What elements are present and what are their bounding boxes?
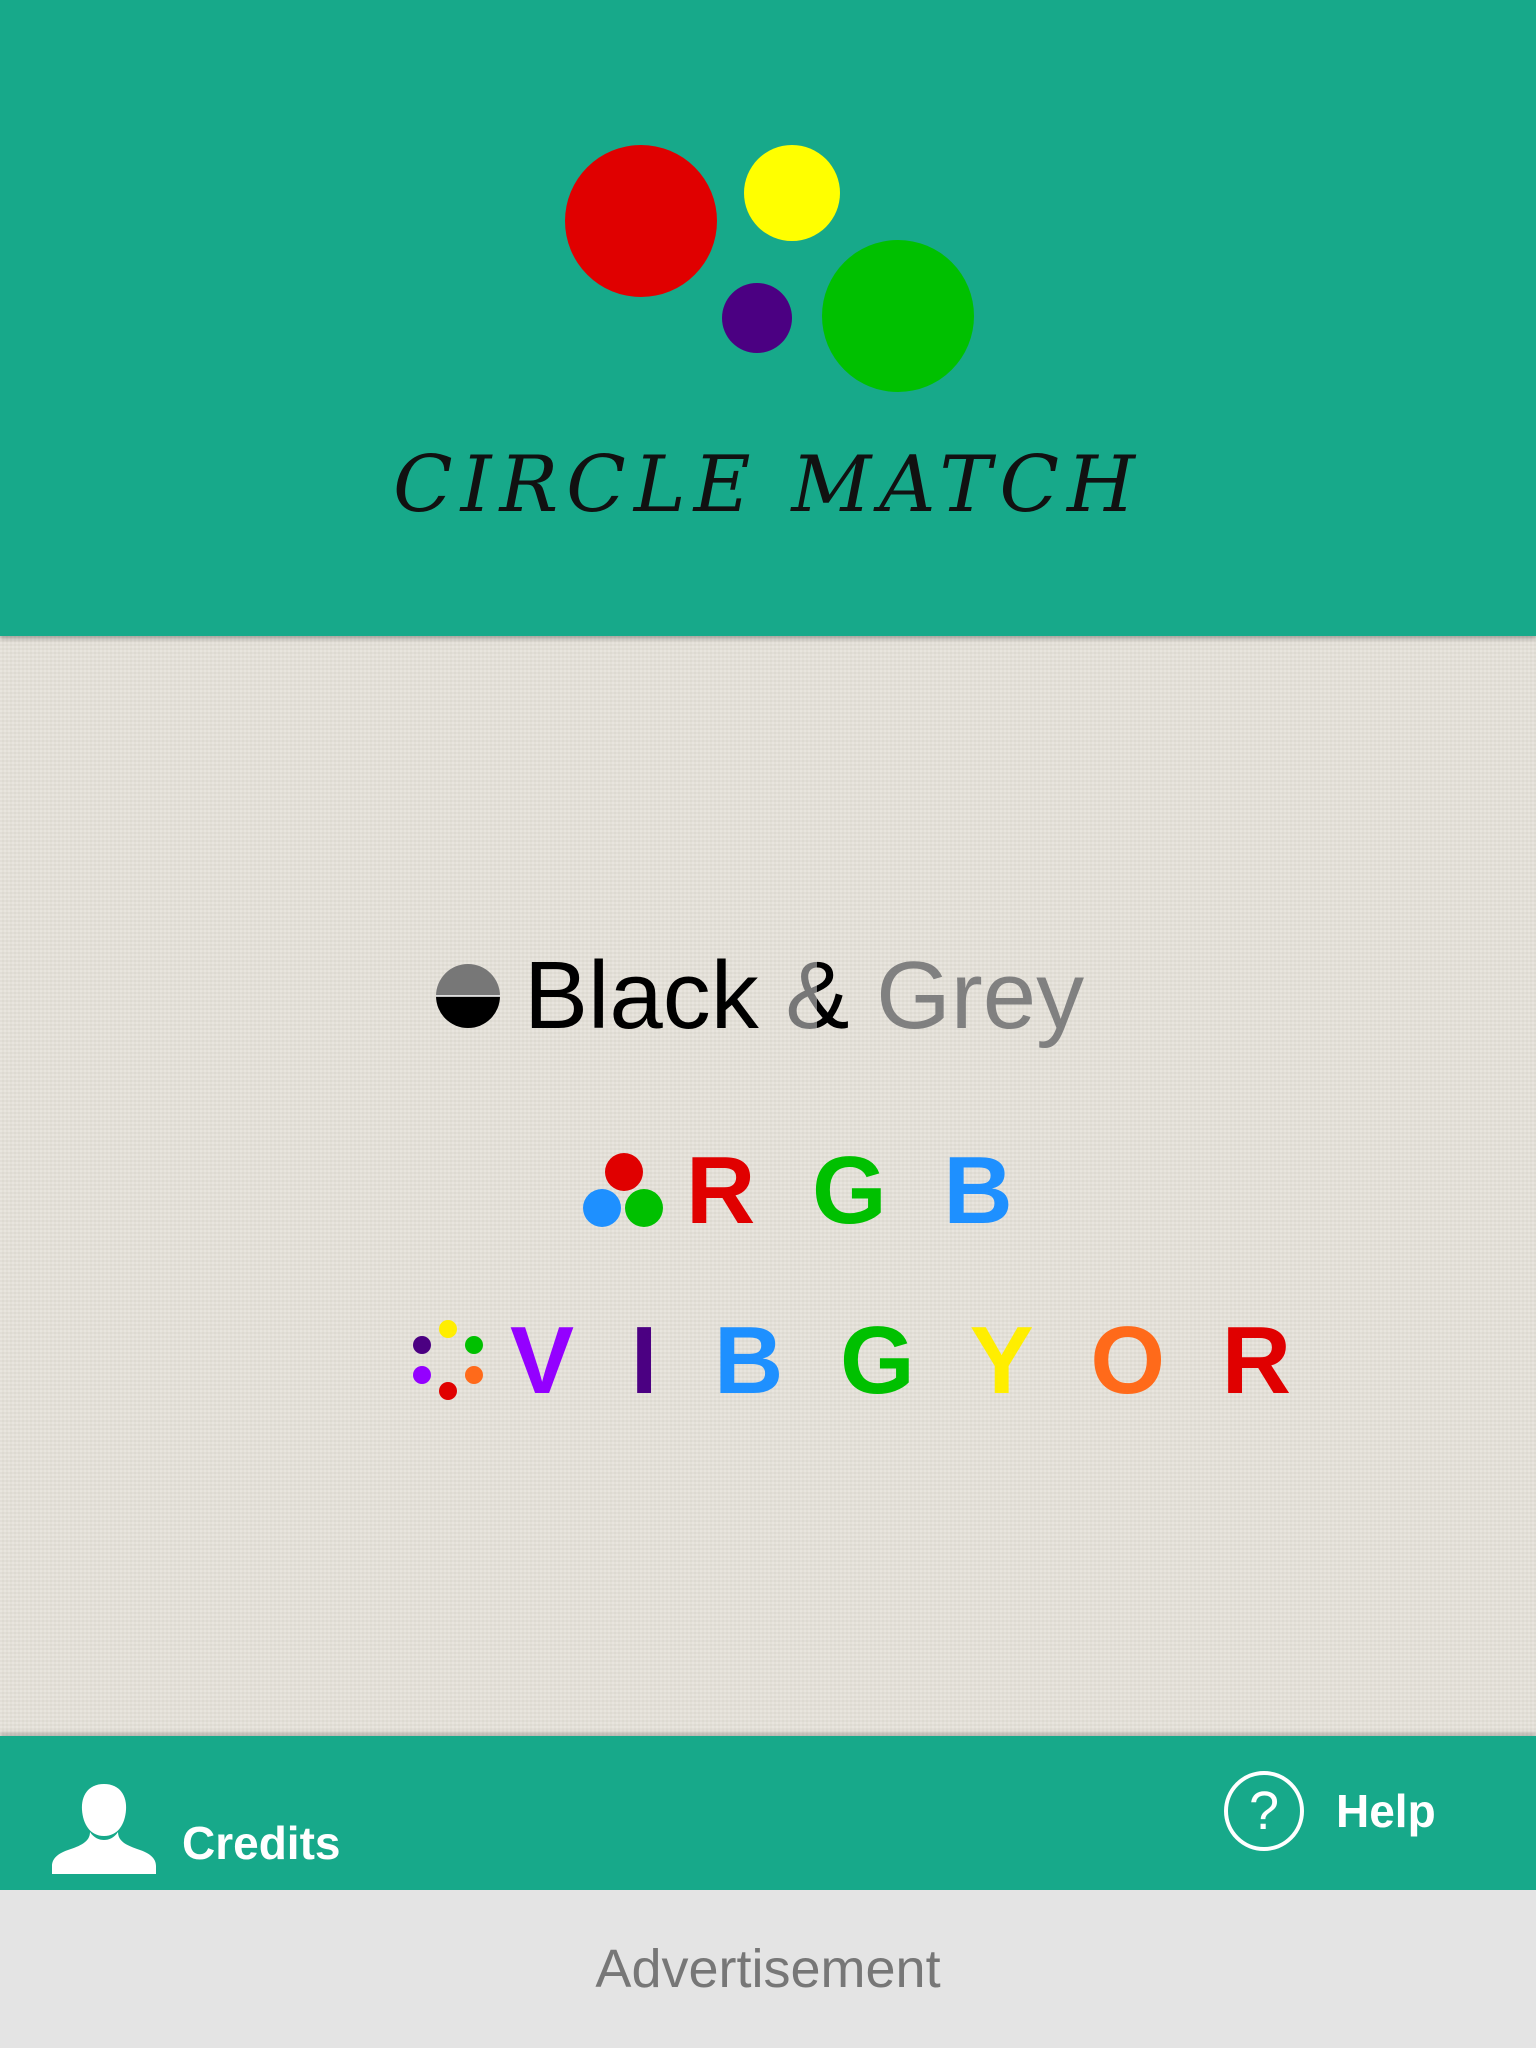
vibgyor-mode-label: V I B G Y O R [510,1306,1293,1416]
rgb-letter-b: B [943,1137,1015,1244]
rgb-letter-r: R [686,1137,758,1244]
logo-purple-circle [722,283,792,353]
grey-word: Grey [876,942,1085,1049]
ampersand: & [785,942,850,1049]
svg-text:?: ? [1249,1781,1279,1841]
help-button[interactable]: ? Help [1222,1768,1436,1854]
advertisement-banner[interactable]: Advertisement [0,1890,1536,2048]
app-title: CIRCLE MATCH [392,440,1144,530]
footer-bar: Credits ? Help [0,1736,1536,1890]
vibgyor-mode-button[interactable]: V I B G Y O R [410,1306,1293,1416]
credits-label: Credits [182,1817,341,1869]
rgb-mode-label: R G B [686,1136,1015,1246]
rgb-letter-g: G [812,1137,889,1244]
help-label: Help [1336,1785,1436,1837]
vibgyor-letter-i: I [630,1307,660,1414]
rgb-mode-button[interactable]: R G B [582,1136,1015,1246]
vibgyor-letter-b: B [714,1307,786,1414]
vibgyor-letter-v: V [510,1307,577,1414]
three-dot-icon [583,1153,663,1227]
credits-button[interactable]: Credits [50,1764,340,1874]
advertisement-label: Advertisement [595,1939,941,1999]
half-circle-icon [436,964,500,1028]
question-circle-icon: ? [1224,1771,1304,1851]
vibgyor-letter-r: R [1221,1307,1294,1414]
black-grey-mode-button[interactable]: Black & Grey [434,936,1084,1056]
vibgyor-letter-y: Y [969,1307,1036,1414]
mode-menu: Black & Grey R G B V I B G Y O R [0,636,1536,1736]
person-icon [52,1784,156,1874]
header: CIRCLE MATCH [0,0,1536,636]
vibgyor-letter-o: O [1090,1307,1168,1414]
black-grey-mode-label: Black & Grey [524,941,1084,1051]
seven-dot-icon [413,1320,483,1400]
vibgyor-letter-g: G [840,1307,917,1414]
black-word: Black [524,942,759,1049]
logo-red-circle [565,145,717,297]
logo-yellow-circle [744,145,840,241]
logo-green-circle [822,240,974,392]
